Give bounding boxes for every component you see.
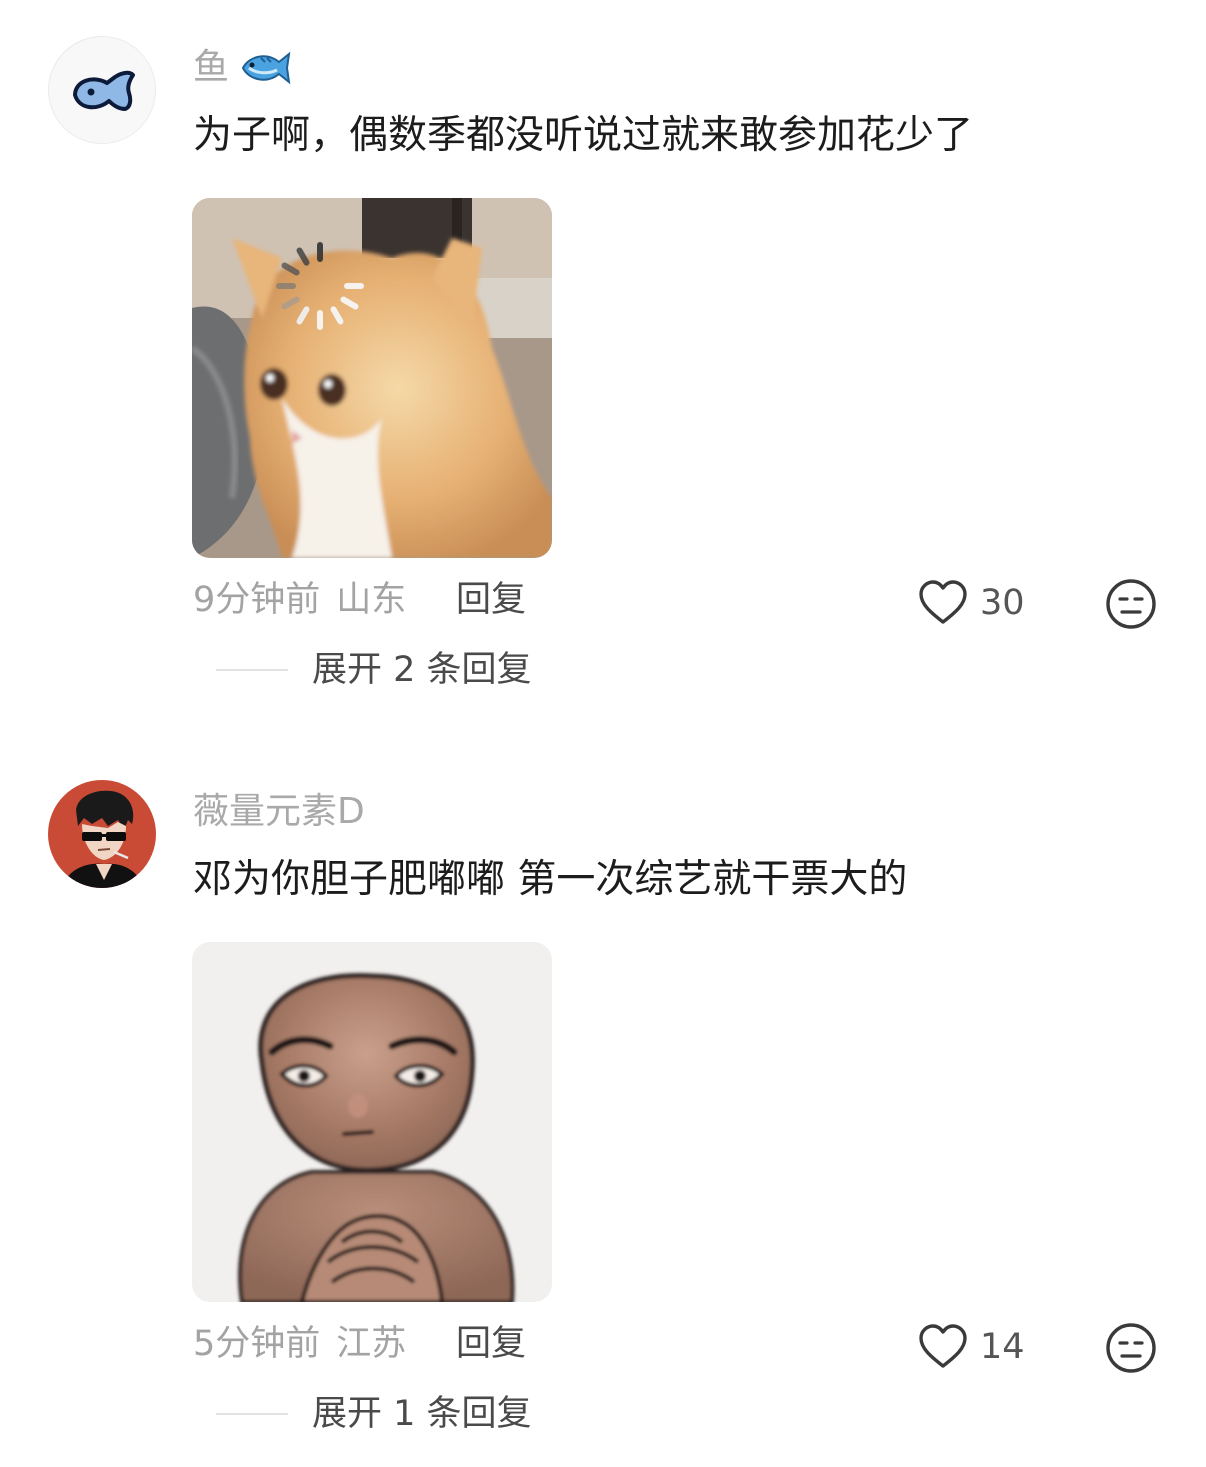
comment-time: 9分钟前 [193, 580, 321, 620]
reply-button[interactable]: 回复 [456, 1322, 526, 1366]
comment-meta: 5分钟前 江苏 [193, 1322, 406, 1366]
like-button[interactable]: 14 [918, 1324, 1025, 1370]
avatar[interactable] [48, 36, 156, 144]
dislike-button[interactable] [1105, 1322, 1157, 1374]
meh-face-icon [1106, 579, 1156, 629]
anime-avatar-icon [48, 780, 156, 888]
expand-replies-label: 展开 1 条回复 [312, 1394, 532, 1434]
username[interactable]: 薇量元素D [193, 790, 365, 834]
comment-text: 为子啊，偶数季都没听说过就来敢参加花少了 [193, 113, 974, 158]
like-count: 30 [980, 583, 1025, 623]
like-button[interactable]: 30 [918, 580, 1025, 626]
comment-meta: 9分钟前 山东 [193, 578, 406, 622]
comment-time: 5分钟前 [193, 1324, 321, 1364]
expand-replies-button[interactable]: 展开 1 条回复 [216, 1392, 532, 1436]
comment-item: 鱼 为子啊，偶数季都没听说过就来敢参加花少了 9分钟前 山东 回复 30 展开 … [0, 0, 1206, 720]
comment-location: 山东 [336, 580, 407, 620]
sticker-image[interactable] [192, 198, 552, 558]
comment-text: 邓为你胆子肥嘟嘟 第一次综艺就干票大的 [193, 857, 908, 902]
username-text: 鱼 [193, 47, 230, 88]
reply-button[interactable]: 回复 [456, 578, 526, 622]
username-text: 薇量元素D [193, 791, 365, 832]
heart-outline-icon [919, 1324, 967, 1368]
divider [216, 1413, 288, 1415]
like-count: 14 [980, 1327, 1025, 1367]
expand-replies-button[interactable]: 展开 2 条回复 [216, 648, 532, 692]
expand-replies-label: 展开 2 条回复 [312, 650, 532, 690]
heart-outline-icon [919, 580, 967, 624]
squinting-doll-sticker [192, 942, 552, 1302]
divider [216, 669, 288, 671]
dislike-button[interactable] [1105, 578, 1157, 630]
username[interactable]: 鱼 [193, 46, 293, 90]
loading-cat-sticker [192, 198, 552, 558]
fish-avatar-icon [49, 37, 155, 143]
avatar[interactable] [48, 780, 156, 888]
meh-face-icon [1106, 1323, 1156, 1373]
sticker-image[interactable] [192, 942, 552, 1302]
fish-emoji-icon [241, 51, 291, 85]
comment-location: 江苏 [336, 1324, 407, 1364]
